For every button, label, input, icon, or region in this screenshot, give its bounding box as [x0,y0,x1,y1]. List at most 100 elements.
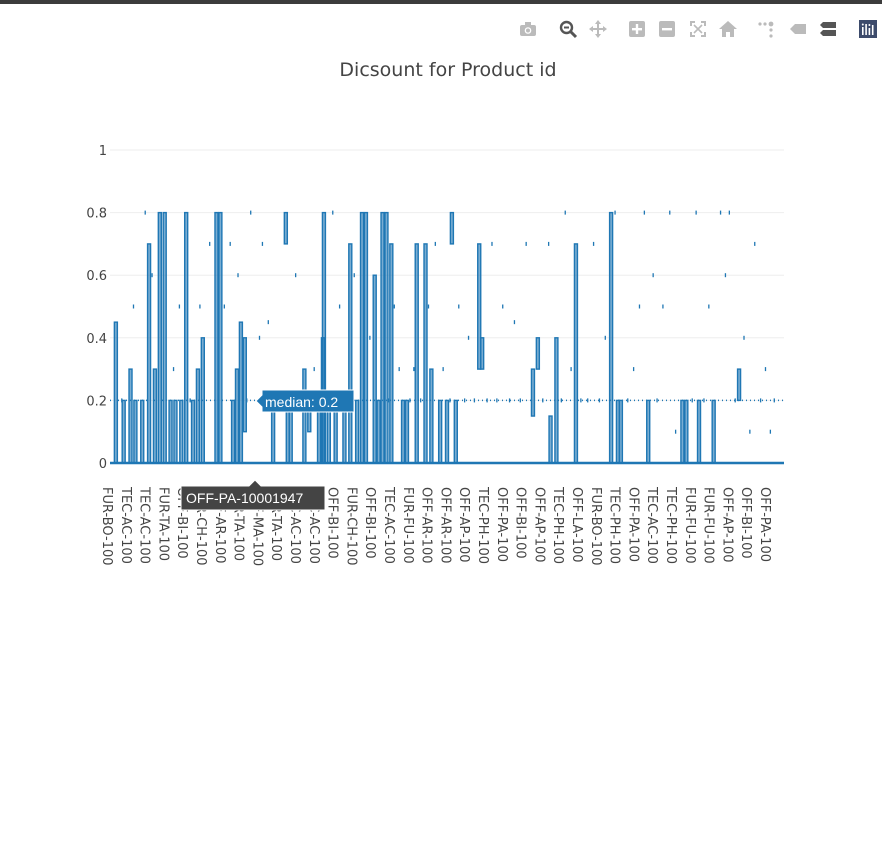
box-mark[interactable] [238,321,244,464]
box-mark[interactable] [173,399,178,464]
outlier-point[interactable] [560,398,562,403]
outlier-point[interactable] [449,398,451,403]
box-mark[interactable] [646,399,651,464]
outlier-point[interactable] [627,398,629,403]
box-mark[interactable] [573,243,579,464]
outlier-point[interactable] [473,398,476,403]
box-mark[interactable] [453,399,458,464]
outlier-point[interactable] [652,273,654,278]
outlier-point[interactable] [409,398,411,403]
outlier-point[interactable] [643,210,646,215]
box-mark[interactable] [680,399,685,464]
outlier-point[interactable] [759,398,762,403]
outlier-point[interactable] [294,273,297,278]
box-mark[interactable] [234,368,240,464]
box-mark[interactable] [429,368,434,464]
outlier-point[interactable] [387,398,390,403]
chart-canvas[interactable]: 0 0.2 0.4 0.6 0.8 1 FUR-BO-100 TEC-AC-100 TEC-A… [0,0,882,852]
box-mark[interactable] [190,399,196,464]
outlier-point[interactable] [632,367,635,372]
outlier-point[interactable] [250,210,252,215]
outlier-point[interactable] [764,367,767,372]
box-mark[interactable] [530,368,536,417]
box-mark[interactable] [121,399,126,464]
outlier-point[interactable] [728,210,730,215]
box-mark[interactable] [179,399,184,464]
outlier-point[interactable] [332,210,334,215]
box-mark[interactable] [168,399,173,464]
box-mark[interactable] [696,399,702,464]
outlier-point[interactable] [267,320,269,325]
outlier-point[interactable] [209,241,211,246]
outlier-point[interactable] [491,241,493,246]
outlier-point[interactable] [486,398,488,403]
box-mark[interactable] [554,337,559,464]
outlier-point[interactable] [749,429,751,434]
box-mark[interactable] [376,399,381,464]
outlier-point[interactable] [393,304,395,309]
outlier-point[interactable] [223,304,225,309]
outlier-point[interactable] [237,273,239,278]
box-mark[interactable] [195,368,201,464]
box-mark[interactable] [348,243,353,464]
outlier-point[interactable] [427,304,430,309]
box-mark[interactable] [404,399,410,464]
outlier-point[interactable] [458,304,460,309]
outlier-point[interactable] [369,335,371,340]
outlier-point[interactable] [496,398,498,403]
outlier-point[interactable] [502,304,504,309]
box-mark[interactable] [302,368,307,464]
outlier-point[interactable] [172,367,175,372]
outlier-point[interactable] [420,398,422,403]
outlier-point[interactable] [178,304,181,309]
box-mark[interactable] [183,211,189,464]
outlier-point[interactable] [434,241,436,246]
outlier-point[interactable] [580,398,582,403]
outlier-point[interactable] [547,241,550,246]
box-mark[interactable] [242,337,248,433]
box-mark[interactable] [736,368,742,402]
outlier-point[interactable] [638,304,641,309]
box-mark[interactable] [400,399,406,464]
box-mark[interactable] [423,243,428,464]
outlier-point[interactable] [132,304,135,309]
outlier-point[interactable] [674,429,677,434]
box-mark[interactable] [359,211,365,464]
box-mark[interactable] [384,211,389,464]
outlier-point[interactable] [703,398,705,403]
outlier-point[interactable] [724,273,727,278]
outlier-point[interactable] [564,210,566,215]
box-mark[interactable] [449,211,455,245]
box-mark[interactable] [218,211,223,464]
box-mark[interactable] [128,368,133,464]
outlier-point[interactable] [719,210,722,215]
box-mark[interactable] [618,399,624,464]
outlier-point[interactable] [669,210,671,215]
outlier-point[interactable] [199,304,201,309]
outlier-point[interactable] [587,398,589,403]
outlier-point[interactable] [189,398,191,403]
box-mark[interactable] [372,274,377,464]
outlier-point[interactable] [542,398,544,403]
box-mark[interactable] [321,211,327,464]
box-mark[interactable] [363,211,369,464]
outlier-point[interactable] [570,367,572,372]
outlier-point[interactable] [398,367,400,372]
box-mark[interactable] [354,399,360,464]
box-mark[interactable] [389,243,394,464]
outlier-point[interactable] [353,273,355,278]
outlier-point[interactable] [525,241,527,246]
box-mark[interactable] [414,243,419,464]
outlier-point[interactable] [592,241,595,246]
outlier-point[interactable] [151,273,153,278]
outlier-point[interactable] [261,241,264,246]
outlier-point[interactable] [519,398,521,403]
outlier-point[interactable] [121,398,123,403]
outlier-point[interactable] [708,304,710,309]
box-mark[interactable] [133,399,138,464]
box-mark[interactable] [437,399,443,464]
outlier-point[interactable] [691,398,693,403]
box-mark[interactable] [146,243,152,464]
outlier-point[interactable] [662,304,664,309]
outlier-point[interactable] [467,335,470,340]
